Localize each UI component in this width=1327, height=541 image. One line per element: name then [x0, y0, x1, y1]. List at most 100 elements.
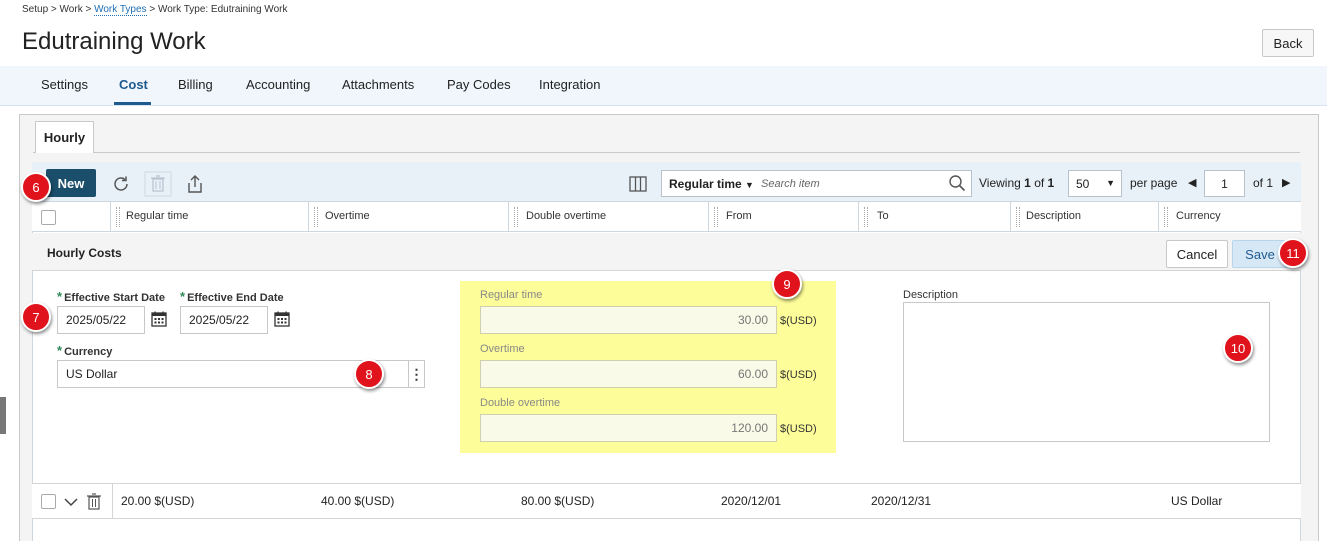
regular-time-currency: $(USD) — [780, 315, 817, 327]
tab-settings[interactable]: Settings — [41, 77, 88, 92]
previous-page-icon[interactable]: ◀ — [1188, 176, 1196, 189]
column-header-to[interactable]: To — [877, 210, 889, 222]
row-separator — [112, 484, 113, 519]
breadcrumb: Setup > Work > Work Types > Work Type: E… — [22, 4, 288, 16]
currency-label-text: Currency — [64, 346, 113, 358]
per-page-label: per page — [1130, 176, 1178, 190]
breadcrumb-separator: > — [149, 4, 156, 15]
column-header-currency[interactable]: Currency — [1176, 210, 1221, 222]
currency-label: * Currency — [57, 343, 112, 358]
export-icon[interactable] — [185, 174, 205, 194]
column-header-description[interactable]: Description — [1026, 210, 1081, 222]
cell-overtime: 40.00 $(USD) — [321, 494, 395, 508]
new-button[interactable]: New — [46, 169, 96, 197]
caret-down-icon: ▼ — [745, 180, 754, 190]
row-checkbox[interactable] — [41, 494, 56, 509]
viewing-total: 1 — [1047, 176, 1055, 190]
search-field-select[interactable]: Regular time ▼ — [669, 177, 754, 191]
page-number-input[interactable]: 1 — [1204, 170, 1245, 197]
cancel-button[interactable]: Cancel — [1166, 240, 1228, 268]
columns-icon[interactable] — [629, 175, 647, 193]
column-separator — [308, 202, 309, 232]
effective-end-date-input[interactable]: 2025/05/22 — [180, 306, 268, 334]
callout-marker-10: 10 — [1223, 333, 1253, 363]
column-grip[interactable] — [1016, 207, 1020, 227]
effective-start-date-input[interactable]: 2025/05/22 — [57, 306, 145, 334]
column-separator — [858, 202, 859, 232]
trash-icon[interactable] — [86, 492, 102, 510]
breadcrumb-work[interactable]: Work — [60, 4, 83, 15]
select-all-checkbox[interactable] — [41, 210, 56, 225]
tab-pay-codes[interactable]: Pay Codes — [447, 77, 511, 92]
hourly-costs-form-header: Hourly Costs — [32, 233, 1301, 271]
overtime-label: Overtime — [480, 343, 525, 355]
column-grip[interactable] — [1164, 207, 1168, 227]
breadcrumb-work-types-link[interactable]: Work Types — [94, 4, 147, 16]
overtime-input[interactable]: 60.00 — [480, 360, 777, 388]
page-title: Edutraining Work — [22, 28, 206, 55]
more-options-icon[interactable]: ⋮ — [408, 360, 425, 388]
refresh-icon[interactable] — [111, 174, 131, 194]
column-separator — [508, 202, 509, 232]
column-separator — [1158, 202, 1159, 232]
search-input[interactable]: Search item — [761, 178, 820, 190]
double-overtime-label: Double overtime — [480, 397, 561, 409]
total-pages: of 1 — [1253, 176, 1274, 190]
column-grip[interactable] — [714, 207, 718, 227]
viewing-label: Viewing — [979, 176, 1021, 190]
regular-time-label: Regular time — [480, 289, 543, 301]
effective-end-date-label: * Effective End Date — [180, 289, 284, 304]
tab-attachments[interactable]: Attachments — [342, 77, 414, 92]
calendar-icon[interactable] — [274, 311, 290, 327]
subtab-hourly[interactable]: Hourly — [35, 121, 94, 153]
effective-start-date-text: Effective Start Date — [64, 292, 165, 304]
search-field-label: Regular time — [669, 177, 742, 191]
column-separator — [1010, 202, 1011, 232]
cell-to: 2020/12/31 — [871, 494, 932, 508]
column-header-row: Regular time Overtime Double overtime Fr… — [32, 202, 1301, 232]
subtab-divider — [33, 152, 1300, 153]
search-box: Regular time ▼ Search item — [661, 170, 972, 197]
column-separator — [110, 202, 111, 232]
calendar-icon[interactable] — [151, 311, 167, 327]
tab-bar: Settings Cost Billing Accounting Attachm… — [0, 66, 1327, 106]
column-separator — [708, 202, 709, 232]
breadcrumb-current: Work Type: Edutraining Work — [157, 4, 288, 15]
double-overtime-currency: $(USD) — [780, 423, 817, 435]
per-page-select[interactable]: 50 ▼ — [1068, 170, 1122, 197]
column-header-overtime[interactable]: Overtime — [325, 210, 370, 222]
description-textarea[interactable] — [903, 302, 1270, 442]
required-marker: * — [57, 343, 63, 358]
tab-cost[interactable]: Cost — [119, 77, 148, 92]
column-header-from[interactable]: From — [726, 210, 752, 222]
cell-double-overtime: 80.00 $(USD) — [521, 494, 595, 508]
column-grip[interactable] — [314, 207, 318, 227]
column-header-regular-time[interactable]: Regular time — [126, 210, 188, 222]
next-page-icon[interactable]: ▶ — [1282, 176, 1290, 189]
regular-time-input[interactable]: 30.00 — [480, 306, 777, 334]
tab-integration[interactable]: Integration — [539, 77, 600, 92]
column-grip[interactable] — [514, 207, 518, 227]
per-page-value: 50 — [1076, 177, 1090, 191]
search-icon[interactable] — [948, 174, 966, 192]
tab-accounting[interactable]: Accounting — [246, 77, 310, 92]
callout-marker-11: 11 — [1278, 238, 1308, 268]
back-button[interactable]: Back — [1262, 29, 1314, 57]
breadcrumb-separator: > — [50, 4, 57, 15]
column-grip[interactable] — [116, 207, 120, 227]
delete-icon[interactable] — [144, 171, 172, 197]
column-grip[interactable] — [864, 207, 868, 227]
viewing-current: 1 — [1024, 176, 1031, 190]
cell-currency: US Dollar — [1171, 494, 1223, 508]
column-header-double-overtime[interactable]: Double overtime — [526, 210, 606, 222]
caret-down-icon: ▼ — [1106, 178, 1115, 188]
side-panel-handle[interactable] — [0, 397, 6, 434]
double-overtime-input[interactable]: 120.00 — [480, 414, 777, 442]
table-row[interactable]: 20.00 $(USD) 40.00 $(USD) 80.00 $(USD) 2… — [32, 483, 1301, 519]
callout-marker-7: 7 — [21, 302, 51, 332]
breadcrumb-setup[interactable]: Setup — [22, 4, 48, 15]
viewing-count: Viewing 1 of 1 — [979, 176, 1054, 190]
tab-billing[interactable]: Billing — [178, 77, 213, 92]
overtime-currency: $(USD) — [780, 369, 817, 381]
chevron-down-icon[interactable] — [64, 496, 78, 508]
